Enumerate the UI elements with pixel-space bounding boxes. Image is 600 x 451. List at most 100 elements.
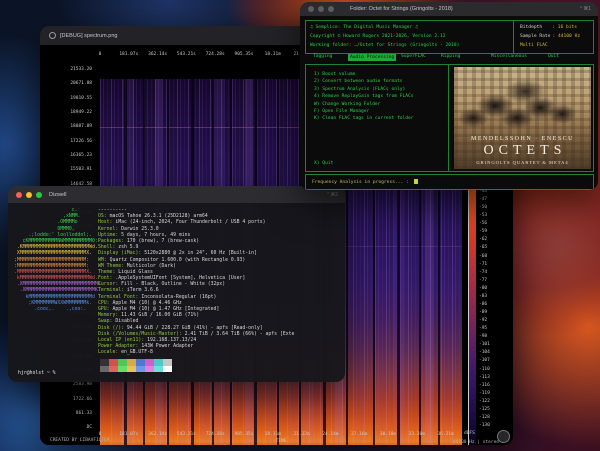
album-performers: GRINGOLTS QUARTET & META4 <box>454 160 591 165</box>
semplice-status-box: Frequency Analysis in progress... : <box>305 174 594 190</box>
db-tick: -86 <box>479 302 487 307</box>
palette-swatch <box>127 366 136 373</box>
palette-swatch <box>136 366 145 373</box>
palette-row <box>100 366 172 373</box>
time-tick: 18.11m <box>265 432 281 437</box>
semplice-menu-bar: Tagging Audio Processing SuperFLAC Ripping M… <box>300 54 598 64</box>
time-tick: 543.21s <box>177 432 196 437</box>
neofetch-value: Darwin 25.3.0 <box>121 227 159 232</box>
menu-tab-ripping[interactable]: Ripping <box>441 54 460 59</box>
semplice-header-left: ♫ Semplice: The Digital Music Manager ♫ … <box>310 24 459 50</box>
neofetch-label: Disk (/Volumes/Music-Master): <box>98 332 185 337</box>
semplice-header-right: Bitdepth: 16 bits Sample Rate: 44100 Hz … <box>513 21 593 53</box>
frequency-tick: 1722.66 <box>73 397 92 402</box>
time-tick: 0 <box>99 432 102 437</box>
semplice-shortcut: ⌃⌘1 <box>579 6 591 12</box>
db-tick: -128 <box>479 415 490 420</box>
neofetch-label: Memory: <box>98 313 121 318</box>
frequency-tick: 18949.22 <box>70 110 92 115</box>
palette-swatch <box>100 366 109 373</box>
db-tick: -116 <box>479 383 490 388</box>
terminal-shortcut: ⌃⌘2 <box>326 192 338 198</box>
neofetch-info: ----------OS: macOS Tahoe 26.3.1 (25D212… <box>98 208 341 357</box>
time-tick: 905.35s <box>235 52 254 57</box>
ascii-art-line: XMMMMMMMMMMMMMMMMMMMMMMMX. <box>14 251 100 257</box>
menu-item[interactable]: 4) Remove ReplayGain tags from FLACs <box>314 93 414 100</box>
db-tick: -62 <box>479 237 487 242</box>
semplice-header-box: ♫ Semplice: The Digital Music Manager ♫ … <box>305 20 594 54</box>
dbfs-unit-label: dBFS <box>464 431 475 436</box>
album-art: MENDELSSOHN · ENESCU OCTETS GRINGOLTS QU… <box>454 67 591 169</box>
ascii-art-line: ;MMMMMMMMMMMMMMMMMMMMMMMM: <box>14 258 100 264</box>
db-tick: -47 <box>479 197 487 202</box>
neofetch-label: Shell: <box>98 245 118 250</box>
neofetch-value: 11.43 GiB / 16.00 GiB (71%) <box>121 313 199 318</box>
time-tick: 543.21s <box>177 52 196 57</box>
db-tick: -98 <box>479 334 487 339</box>
menu-item-quit[interactable]: X) Quit <box>314 161 333 166</box>
terminal-color-palette <box>100 359 172 372</box>
ascii-art-line: :MMMMMMMMMMMMMMMMMMMMMMMM: <box>14 264 100 270</box>
window-corner-button[interactable] <box>497 430 510 443</box>
db-tick: -83 <box>479 294 487 299</box>
zoom-button[interactable] <box>328 6 334 12</box>
menu-item[interactable]: 3) Spectrum Analysis (FLACs only) <box>314 86 414 93</box>
time-tick: 24.14m <box>322 432 338 437</box>
menu-tab-audio-processing[interactable]: Audio Processing <box>348 54 396 61</box>
bitdepth-value: : 16 bits <box>552 25 577 30</box>
close-button[interactable] <box>16 192 22 198</box>
spectrum-window-title: [DEBUG] spectrum.png <box>60 33 117 39</box>
time-tick: 33.20m <box>409 432 425 437</box>
menu-item[interactable]: F) Open File Manager <box>314 108 414 115</box>
close-button[interactable] <box>308 6 314 12</box>
menu-tab-superflac[interactable]: SuperFLAC <box>401 54 426 59</box>
db-tick: -92 <box>479 318 487 323</box>
time-axis-bottom: 0181.07s362.14s543.21s724.28s905.35s18.1… <box>100 432 462 438</box>
ascii-art-line: kMMMMMMMMMMMMMMMMMMMMMMd <box>14 295 100 301</box>
neofetch-value: Disabled <box>115 319 138 324</box>
zoom-button[interactable] <box>36 192 42 198</box>
menu-tab-quit[interactable]: Quit <box>548 54 559 59</box>
palette-swatch <box>109 366 118 373</box>
shell-prompt[interactable]: hjr@holst ~ % <box>18 371 56 377</box>
menu-item[interactable]: W) Change Working Folder <box>314 101 414 108</box>
panel-divider <box>448 65 449 171</box>
minimize-button[interactable] <box>318 6 324 12</box>
copyright-line: Copyright © Howard Rogers 2021-2026, Ver… <box>310 33 459 42</box>
neofetch-line: Locale: en_GB.UTF-8 <box>98 350 341 356</box>
neofetch-label: Local IP (en11): <box>98 338 147 343</box>
db-tick: -74 <box>479 270 487 275</box>
neofetch-label: Swap: <box>98 319 115 324</box>
menu-tab-tagging[interactable]: Tagging <box>313 54 332 59</box>
menu-item[interactable]: 1) Boost volume <box>314 71 414 78</box>
frequency-tick: 16365.23 <box>70 153 92 158</box>
working-folder: Working folder: …/Octet for Strings (Gri… <box>310 42 459 51</box>
samplerate-label: Sample Rate <box>520 34 550 39</box>
terminal-body[interactable]: c.' ,xNMM. .OMMMMo OMMM0, .;loddo:' lool… <box>8 203 345 382</box>
neofetch-value: Liquid Glass <box>118 270 153 275</box>
menu-item[interactable]: 2) Convert between audio formats <box>314 78 414 85</box>
semplice-titlebar[interactable]: Folder: Octet for Strings (Gringolts - 2… <box>300 2 598 16</box>
neofetch-value: Apple M4 (10) @ 1.47 GHz [Integrated] <box>112 307 219 312</box>
db-tick: -122 <box>479 399 490 404</box>
minimize-button[interactable] <box>26 192 32 198</box>
menu-item[interactable]: K) Clean FLAC tags in current folder <box>314 115 414 122</box>
neofetch-label: Display (iMac): <box>98 251 144 256</box>
terminal-window: Dizwell ⌃⌘2 c.' ,xNMM. .OMMMMo OMMM0, .;… <box>8 186 345 382</box>
time-tick: 30.18m <box>380 432 396 437</box>
db-tick: -101 <box>479 342 490 347</box>
neofetch-label: WM Theme: <box>98 264 127 269</box>
db-tick: -71 <box>479 262 487 267</box>
neofetch-value: 5 days, 7 hours, 49 mins <box>121 233 190 238</box>
terminal-titlebar[interactable]: Dizwell ⌃⌘2 <box>8 186 345 203</box>
menu-tab-miscellaneous[interactable]: Miscellaneous <box>491 54 527 59</box>
neofetch-label: Terminal: <box>98 288 127 293</box>
palette-swatch <box>118 366 127 373</box>
time-tick: 905.35s <box>235 432 254 437</box>
neofetch-label: Terminal Font: <box>98 295 141 300</box>
audio-processing-menu: 1) Boost volume2) Convert between audio … <box>314 71 414 123</box>
db-tick: -110 <box>479 367 490 372</box>
frequency-tick: 861.33 <box>76 411 92 416</box>
neofetch-value: 170 (brew), 7 (brew-cask) <box>127 239 199 244</box>
db-tick: -77 <box>479 278 487 283</box>
